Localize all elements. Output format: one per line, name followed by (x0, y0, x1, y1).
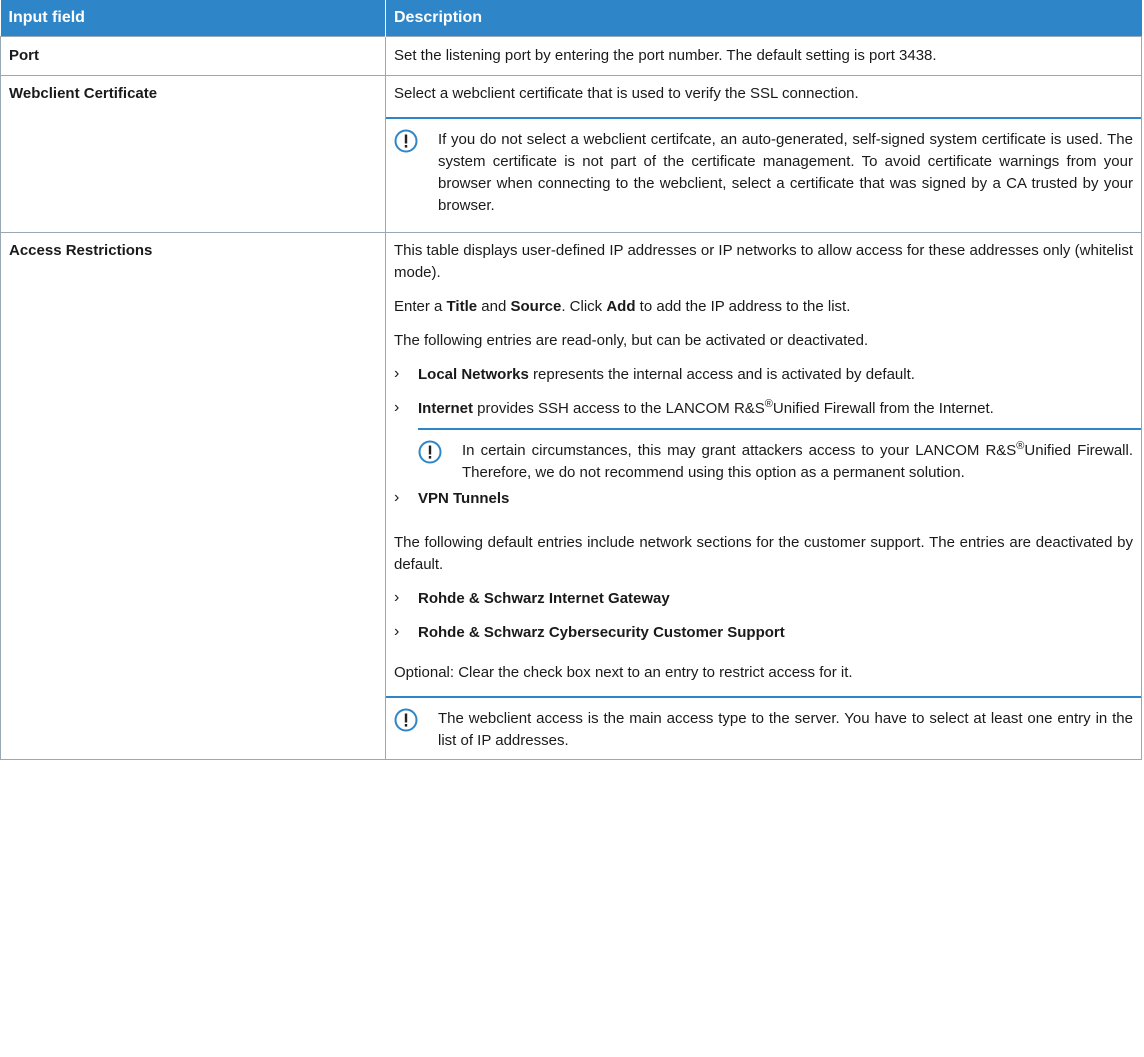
access-readonly-text: The following entries are read-only, but… (394, 332, 869, 349)
header-input-field: Input field (0, 0, 386, 37)
webclient-note: If you do not select a webclient certifc… (386, 117, 1141, 217)
table-row-access-restrictions: Access Restrictions This table displays … (0, 232, 1142, 760)
access-optional-text: Optional: Clear the check box next to an… (394, 664, 853, 681)
chevron-right-icon: › (394, 399, 400, 416)
list-item-rs-gateway: › Rohde & Schwarz Internet Gateway (394, 588, 1133, 610)
exclamation-circle-icon (418, 440, 462, 484)
table-header-row: Input field Description (0, 0, 1142, 37)
exclamation-circle-icon (394, 708, 438, 752)
field-port: Port (0, 36, 386, 76)
list-item-internet: › Internet provides SSH access to the LA… (394, 398, 1133, 420)
exclamation-circle-icon (394, 129, 438, 217)
list-item-rs-support: › Rohde & Schwarz Cybersecurity Customer… (394, 622, 1133, 644)
list-item-local-networks: › Local Networks represents the internal… (394, 364, 1133, 386)
chevron-right-icon: › (394, 489, 400, 506)
field-access-restrictions: Access Restrictions (0, 232, 386, 760)
webclient-note-text: If you do not select a webclient certifc… (438, 131, 1133, 214)
chevron-right-icon: › (394, 365, 400, 382)
desc-access-restrictions: This table displays user-defined IP addr… (385, 232, 1142, 760)
desc-port: Set the listening port by entering the p… (385, 36, 1142, 76)
internet-note: In certain circumstances, this may grant… (418, 428, 1141, 484)
desc-port-text: Set the listening port by entering the p… (394, 47, 937, 64)
access-final-note: The webclient access is the main access … (386, 696, 1141, 752)
input-field-table: Input field Description Port Set the lis… (0, 0, 1142, 760)
access-intro: This table displays user-defined IP addr… (394, 242, 1133, 281)
chevron-right-icon: › (394, 623, 400, 640)
table-row-port: Port Set the listening port by entering … (0, 36, 1142, 76)
field-webclient-certificate: Webclient Certificate (0, 75, 386, 233)
desc-webclient-certificate: Select a webclient certificate that is u… (385, 75, 1142, 233)
list-item-vpn-tunnels: › VPN Tunnels (394, 488, 1133, 510)
chevron-right-icon: › (394, 589, 400, 606)
access-default-entries-text: The following default entries include ne… (394, 534, 1133, 573)
access-final-note-text: The webclient access is the main access … (438, 710, 1133, 749)
access-enter-instruction: Enter a Title and Source. Click Add to a… (394, 298, 851, 315)
desc-webclient-text: Select a webclient certificate that is u… (394, 85, 859, 102)
table-row-webclient-certificate: Webclient Certificate Select a webclient… (0, 75, 1142, 233)
header-description: Description (385, 0, 1142, 37)
